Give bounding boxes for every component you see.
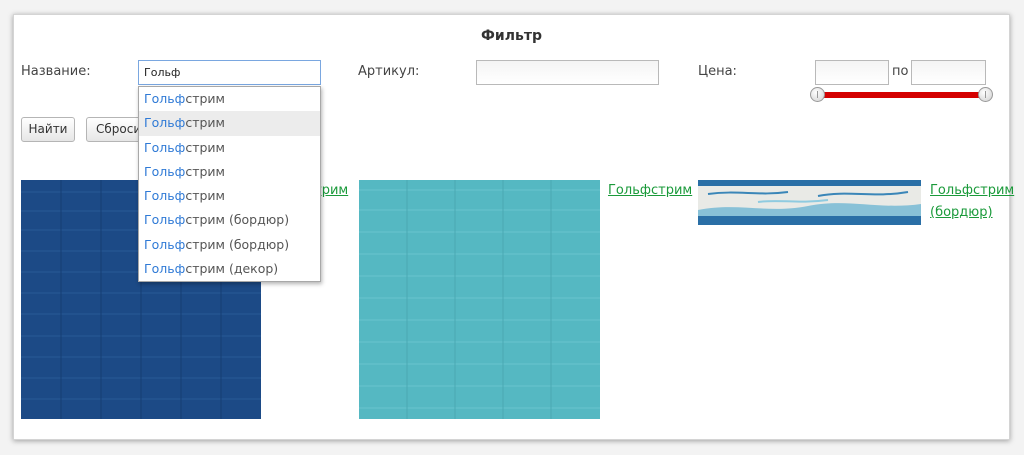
article-label: Артикул: — [358, 64, 420, 79]
autocomplete-item[interactable]: Гольфстрим — [139, 136, 320, 160]
autocomplete-rest: стрим — [185, 139, 225, 155]
autocomplete-dropdown: Гольфстрим Гольфстрим Гольфстрим Гольфст… — [138, 86, 321, 282]
product-link-2[interactable]: Гольфстрим — [608, 180, 692, 202]
find-button[interactable]: Найти — [21, 117, 75, 142]
autocomplete-rest: стрим (бордюр) — [185, 236, 290, 252]
filter-title: Фильтр — [481, 28, 542, 44]
autocomplete-item[interactable]: Гольфстрим (бордюр) — [139, 208, 320, 232]
autocomplete-item-highlighted[interactable]: Гольфстрим — [139, 111, 320, 136]
autocomplete-item[interactable]: Гольфстрим — [139, 87, 320, 111]
product-link-3-line2: (бордюр) — [930, 205, 993, 220]
autocomplete-rest: стрим — [185, 163, 225, 179]
price-to-input[interactable] — [911, 60, 986, 85]
autocomplete-match: Гольф — [144, 212, 186, 228]
product-image-3[interactable] — [698, 180, 921, 225]
price-slider-min-handle[interactable] — [810, 87, 825, 102]
price-label: Цена: — [698, 64, 737, 79]
name-label: Название: — [21, 64, 91, 79]
autocomplete-match: Гольф — [144, 163, 186, 179]
autocomplete-match: Гольф — [144, 188, 186, 204]
price-to-label: по — [892, 64, 909, 79]
autocomplete-rest: стрим (декор) — [185, 261, 279, 277]
autocomplete-match: Гольф — [144, 236, 186, 252]
autocomplete-rest: стрим — [185, 91, 225, 106]
price-from-input[interactable] — [815, 60, 889, 85]
product-link-3-line1: Гольфстрим — [930, 183, 1015, 198]
autocomplete-match: Гольф — [144, 91, 186, 106]
filter-panel: Фильтр Название: Гольф Артикул: Цена: по… — [13, 14, 1014, 440]
product-image-2[interactable] — [359, 180, 600, 419]
autocomplete-item[interactable]: Гольфстрим — [139, 184, 320, 208]
autocomplete-item[interactable]: Гольфстрим (бордюр) — [139, 233, 320, 257]
autocomplete-item[interactable]: Гольфстрим (декор) — [139, 257, 320, 281]
product-link-3[interactable]: Гольфстрим (бордюр) — [930, 180, 1014, 224]
autocomplete-match: Гольф — [144, 139, 186, 155]
price-slider-max-handle[interactable] — [978, 87, 993, 102]
autocomplete-rest: стрим (бордюр) — [185, 212, 290, 228]
autocomplete-rest: стрим — [185, 115, 225, 131]
autocomplete-rest: стрим — [185, 188, 225, 204]
autocomplete-match: Гольф — [144, 261, 186, 277]
autocomplete-item[interactable]: Гольфстрим — [139, 160, 320, 184]
name-input[interactable]: Гольф — [138, 60, 321, 85]
autocomplete-match: Гольф — [144, 115, 186, 131]
price-slider-track[interactable] — [820, 92, 986, 98]
article-input[interactable] — [476, 60, 659, 85]
